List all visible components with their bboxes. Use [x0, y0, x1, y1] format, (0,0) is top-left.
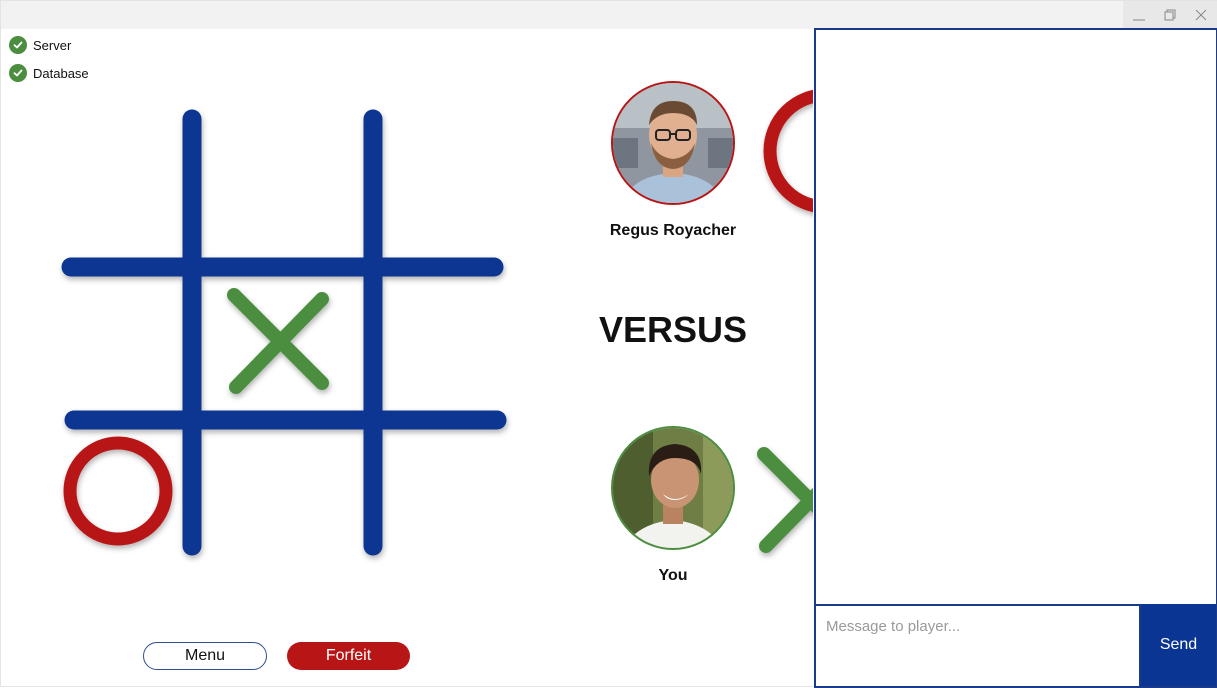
my-marker-x [757, 447, 813, 553]
close-icon [1195, 9, 1206, 21]
minimize-icon [1132, 19, 1145, 21]
board-cell[interactable] [383, 430, 513, 560]
my-avatar [611, 426, 735, 550]
board-cell[interactable] [202, 430, 363, 560]
close-button[interactable] [1185, 1, 1216, 29]
app-window: Server Database Regus Royacher VERSUS Yo… [0, 0, 1217, 688]
chat-panel: Send [814, 28, 1217, 688]
opponent-name: Regus Royacher [609, 222, 737, 239]
window-controls [1123, 1, 1217, 29]
versus-label: VERSUS [598, 309, 748, 350]
board-cell[interactable] [1, 101, 182, 257]
maximize-icon [1164, 9, 1175, 21]
chat-message-input[interactable] [816, 604, 1141, 686]
board-cell[interactable] [202, 101, 363, 257]
board-cell[interactable] [1, 277, 182, 410]
chat-message-log[interactable] [816, 30, 1216, 604]
board-cell[interactable] [383, 277, 513, 410]
send-button[interactable]: Send [1141, 604, 1216, 686]
man-with-glasses-photo [613, 83, 733, 203]
maximize-button[interactable] [1154, 1, 1185, 29]
my-name: You [658, 567, 688, 584]
smiling-man-photo [613, 428, 733, 548]
minimize-button[interactable] [1123, 1, 1154, 29]
board-cell[interactable] [383, 101, 513, 257]
opponent-marker-o [763, 89, 813, 213]
menu-button[interactable]: Menu [143, 642, 267, 670]
forfeit-button[interactable]: Forfeit [287, 642, 410, 670]
opponent-avatar [611, 81, 735, 205]
